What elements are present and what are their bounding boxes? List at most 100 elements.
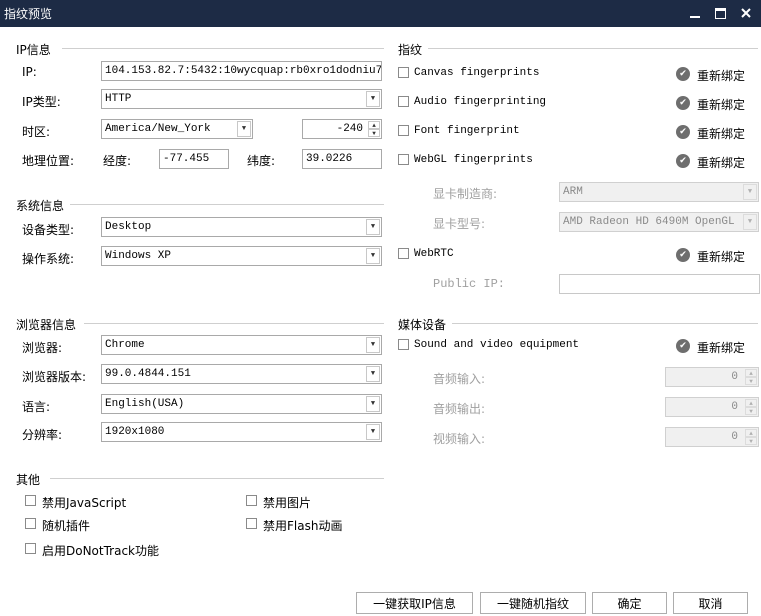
audio-checkbox[interactable] (398, 96, 409, 107)
get-ip-info-button[interactable]: 一键获取IP信息 (356, 592, 473, 614)
chevron-down-icon[interactable]: ▼ (366, 366, 380, 382)
gpu-vendor-select[interactable]: ARM ▼ (559, 182, 759, 202)
audio-rebind-button[interactable]: 重新绑定 (697, 96, 745, 113)
check-circle-icon[interactable]: ✔ (676, 154, 690, 168)
webgl-checkbox[interactable] (398, 154, 409, 165)
os-select[interactable]: Windows XP ▼ (101, 246, 382, 266)
device-type-select[interactable]: Desktop ▼ (101, 217, 382, 237)
timezone-select[interactable]: America/New_York ▼ (101, 119, 253, 139)
resolution-select[interactable]: 1920x1080 ▼ (101, 422, 382, 442)
browser-version-select[interactable]: 99.0.4844.151 ▼ (101, 364, 382, 384)
ip-field[interactable]: 104.153.82.7:5432:10wycquap:rb0xro1dodni… (101, 61, 382, 81)
check-circle-icon[interactable]: ✔ (676, 339, 690, 353)
device-type-label: 设备类型: (22, 223, 75, 237)
language-label: 语言: (22, 400, 51, 414)
browser-label: 浏览器: (22, 341, 63, 355)
ok-button[interactable]: 确定 (592, 592, 667, 614)
audio-input-stepper[interactable]: 0 ▲ ▼ (665, 367, 759, 387)
media-section-title: 媒体设备 (398, 318, 447, 332)
timezone-offset-stepper[interactable]: -240 ▲ ▼ (302, 119, 382, 139)
ip-type-select[interactable]: HTTP ▼ (101, 89, 382, 109)
ip-value: 104.153.82.7:5432:10wycquap:rb0xro1dodni… (105, 65, 381, 77)
spin-up-icon[interactable]: ▲ (368, 121, 380, 129)
offset-value: -240 (336, 123, 363, 135)
spin-up-icon[interactable]: ▲ (745, 369, 757, 377)
canvas-label[interactable]: Canvas fingerprints (414, 67, 539, 79)
audio-input-value: 0 (731, 371, 738, 383)
font-checkbox[interactable] (398, 125, 409, 136)
disable-images-label[interactable]: 禁用图片 (263, 494, 311, 511)
spin-up-icon[interactable]: ▲ (745, 429, 757, 437)
latitude-field[interactable]: 39.0226 (302, 149, 382, 169)
font-label[interactable]: Font fingerprint (414, 125, 520, 137)
chevron-down-icon[interactable]: ▼ (366, 424, 380, 440)
chevron-down-icon[interactable]: ▼ (366, 248, 380, 264)
check-circle-icon[interactable]: ✔ (676, 125, 690, 139)
random-plugins-label[interactable]: 随机插件 (42, 517, 90, 534)
spin-up-icon[interactable]: ▲ (745, 399, 757, 407)
media-rebind-button[interactable]: 重新绑定 (697, 339, 745, 356)
maximize-button[interactable] (711, 4, 729, 22)
spin-down-icon[interactable]: ▼ (745, 377, 757, 385)
webrtc-checkbox[interactable] (398, 248, 409, 259)
browser-version-label: 浏览器版本: (22, 370, 87, 384)
webgl-rebind-button[interactable]: 重新绑定 (697, 154, 745, 171)
spin-down-icon[interactable]: ▼ (745, 437, 757, 445)
divider (84, 323, 384, 324)
check-circle-icon[interactable]: ✔ (676, 248, 690, 262)
sound-video-label[interactable]: Sound and video equipment (414, 339, 579, 351)
resolution-value: 1920x1080 (105, 426, 165, 438)
disable-images-checkbox[interactable] (246, 495, 257, 506)
webgl-label[interactable]: WebGL fingerprints (414, 154, 533, 166)
sound-video-checkbox[interactable] (398, 339, 409, 350)
other-section-title: 其他 (16, 473, 41, 487)
canvas-rebind-button[interactable]: 重新绑定 (697, 67, 745, 84)
audio-label[interactable]: Audio fingerprinting (414, 96, 546, 108)
chevron-down-icon[interactable]: ▼ (366, 91, 380, 107)
webrtc-rebind-button[interactable]: 重新绑定 (697, 248, 745, 265)
random-plugins-checkbox[interactable] (25, 518, 36, 529)
minimize-button[interactable] (686, 4, 704, 22)
font-rebind-button[interactable]: 重新绑定 (697, 125, 745, 142)
check-circle-icon[interactable]: ✔ (676, 96, 690, 110)
video-input-value: 0 (731, 431, 738, 443)
longitude-value: -77.455 (163, 153, 210, 165)
chevron-down-icon[interactable]: ▼ (366, 219, 380, 235)
cancel-button[interactable]: 取消 (673, 592, 748, 614)
disable-js-checkbox[interactable] (25, 495, 36, 506)
language-select[interactable]: English(USA) ▼ (101, 394, 382, 414)
chevron-down-icon[interactable]: ▼ (743, 214, 757, 230)
close-button[interactable] (737, 4, 755, 22)
webrtc-label[interactable]: WebRTC (414, 248, 454, 260)
chevron-down-icon[interactable]: ▼ (366, 337, 380, 353)
disable-flash-checkbox[interactable] (246, 518, 257, 529)
ip-type-label: IP类型: (22, 95, 61, 109)
canvas-checkbox[interactable] (398, 67, 409, 78)
latitude-value: 39.0226 (306, 153, 353, 165)
window-title: 指纹预览 (4, 7, 53, 21)
divider (50, 478, 384, 479)
public-ip-field[interactable] (559, 274, 760, 294)
gpu-model-label: 显卡型号: (433, 217, 486, 231)
spin-down-icon[interactable]: ▼ (368, 129, 380, 137)
dnt-label[interactable]: 启用DoNotTrack功能 (42, 542, 159, 559)
video-input-stepper[interactable]: 0 ▲ ▼ (665, 427, 759, 447)
divider (428, 48, 758, 49)
dnt-checkbox[interactable] (25, 543, 36, 554)
browser-select[interactable]: Chrome ▼ (101, 335, 382, 355)
disable-js-label[interactable]: 禁用JavaScript (42, 494, 126, 511)
audio-output-stepper[interactable]: 0 ▲ ▼ (665, 397, 759, 417)
os-value: Windows XP (105, 250, 172, 262)
audio-output-value: 0 (731, 401, 738, 413)
check-circle-icon[interactable]: ✔ (676, 67, 690, 81)
chevron-down-icon[interactable]: ▼ (237, 121, 251, 137)
longitude-field[interactable]: -77.455 (159, 149, 229, 169)
random-fingerprint-button[interactable]: 一键随机指纹 (480, 592, 586, 614)
spin-down-icon[interactable]: ▼ (745, 407, 757, 415)
browser-version-value: 99.0.4844.151 (105, 368, 191, 380)
chevron-down-icon[interactable]: ▼ (366, 396, 380, 412)
title-bar: 指纹预览 (0, 0, 761, 27)
disable-flash-label[interactable]: 禁用Flash动画 (263, 517, 342, 534)
gpu-model-select[interactable]: AMD Radeon HD 6490M OpenGL E ▼ (559, 212, 759, 232)
chevron-down-icon[interactable]: ▼ (743, 184, 757, 200)
